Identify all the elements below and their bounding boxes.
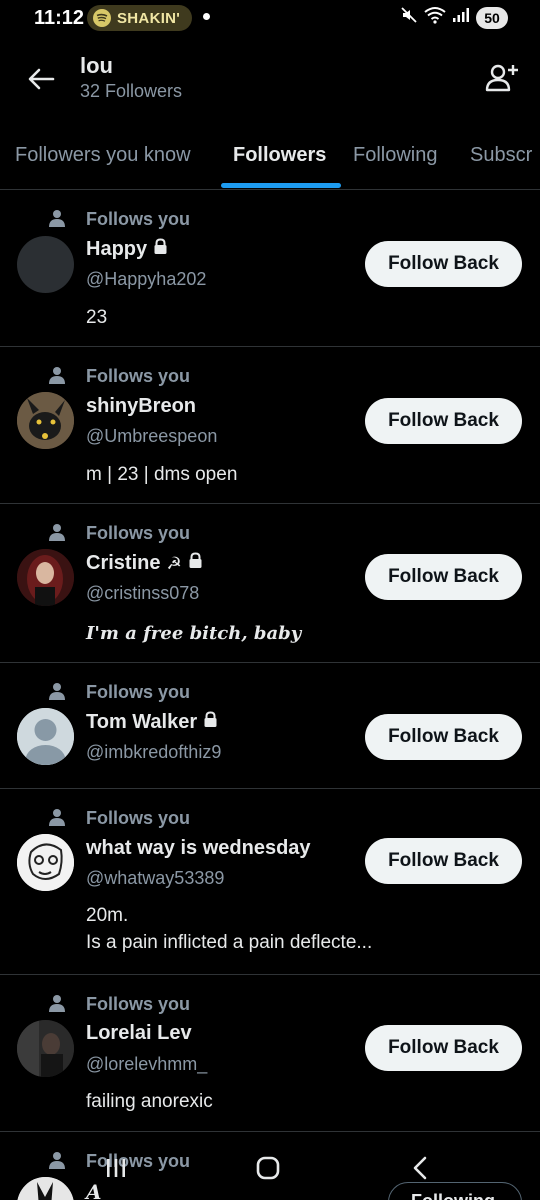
person-icon [48,523,66,541]
status-time: 11:12 [34,7,85,29]
notification-dot-icon [203,13,210,20]
avatar[interactable] [17,1020,74,1077]
add-user-icon[interactable] [484,60,520,96]
battery-icon: 50 [476,6,508,29]
person-icon [48,808,66,826]
avatar[interactable] [17,236,74,293]
tab-following[interactable]: Following [353,144,437,167]
follows-you-label: Follows you [86,808,191,828]
mute-icon [400,6,418,29]
recents-icon[interactable] [96,1148,136,1188]
signal-icon [452,7,470,28]
user-name[interactable]: Tom Walker [86,711,218,734]
home-icon[interactable] [248,1148,288,1188]
user-bio: 23 [86,307,108,328]
follow-back-button[interactable]: Follow Back [365,241,522,287]
tab-followers[interactable]: Followers [233,144,326,167]
lock-icon [203,711,218,734]
list-item[interactable]: Follows you Lorelai Lev @lorelevhmm_ fai… [0,976,540,1132]
back-arrow-icon[interactable] [24,62,58,96]
person-icon [48,994,66,1012]
follow-back-button[interactable]: Follow Back [365,1025,522,1071]
user-handle: @lorelevhmm_ [86,1054,208,1074]
user-name[interactable]: Happy [86,238,168,261]
tab-bar: Followers you know Followers Following S… [0,130,540,190]
follow-back-button[interactable]: Follow Back [365,714,522,760]
user-bio: I'm a free bitch, baby [86,623,302,644]
person-icon [48,209,66,227]
user-name-text: what way is wednesday [86,837,311,859]
follows-you-label: Follows you [86,366,191,386]
list-item[interactable]: Follows you Cristine ☭ @cristinss078 I'm… [0,505,540,663]
user-name-text: Cristine [86,552,161,574]
system-nav-bar [0,1130,540,1200]
wifi-icon [424,6,446,29]
media-chip[interactable]: SHAKIN' [87,5,193,31]
user-bio: failing anorexic [86,1091,213,1112]
person-icon [48,366,66,384]
follows-you-label: Follows you [86,682,191,702]
user-name[interactable]: Cristine ☭ [86,552,203,575]
page-title: lou [80,53,113,78]
status-icons: 50 [400,6,508,29]
spotify-icon [93,9,111,27]
lock-icon [153,238,168,261]
list-item[interactable]: Follows you shinyBreon @Umbreespeon m | … [0,348,540,504]
follows-you-label: Follows you [86,209,191,229]
list-item[interactable]: Follows you Happy @Happyha202 23 Follow … [0,191,540,347]
user-handle: @cristinss078 [86,583,200,603]
user-name[interactable]: shinyBreon [86,395,196,418]
tab-followers-you-know[interactable]: Followers you know [15,144,191,167]
follow-back-button[interactable]: Follow Back [365,838,522,884]
avatar[interactable] [17,549,74,606]
user-name-text: shinyBreon [86,395,197,417]
user-name-text: Lorelai Lev [86,1022,192,1044]
status-bar: 11:12 SHAKIN' 50 [0,0,540,36]
nav-back-icon[interactable] [400,1148,440,1188]
follows-you-label: Follows you [86,994,191,1014]
follow-back-button[interactable]: Follow Back [365,554,522,600]
user-name-text: Happy [86,238,148,260]
user-bio: 20m. Is a pain inflicted a pain deflecte… [86,905,373,953]
avatar[interactable] [17,392,74,449]
default-avatar-icon[interactable] [17,708,74,765]
avatar[interactable] [17,834,74,891]
user-name[interactable]: what way is wednesday [86,837,311,860]
user-handle: @whatway53389 [86,868,225,888]
follows-you-label: Follows you [86,523,191,543]
followers-count: 32 Followers [80,81,183,101]
media-chip-label: SHAKIN' [117,9,181,27]
user-handle: @Umbreespeon [86,426,218,446]
follow-back-button[interactable]: Follow Back [365,398,522,444]
user-bio: m | 23 | dms open [86,464,238,485]
user-name[interactable]: Lorelai Lev [86,1022,192,1045]
tab-subscriptions[interactable]: Subscr [470,144,532,167]
user-name-text: Tom Walker [86,711,198,733]
lock-icon [188,552,203,575]
list-item[interactable]: Follows you Tom Walker @imbkredofthiz9 F… [0,664,540,789]
user-handle: @Happyha202 [86,269,207,289]
hammer-sickle-icon: ☭ [166,553,182,574]
active-tab-indicator [221,183,341,188]
user-handle: @imbkredofthiz9 [86,742,222,762]
person-icon [48,682,66,700]
list-item[interactable]: Follows you what way is wednesday @whatw… [0,790,540,975]
